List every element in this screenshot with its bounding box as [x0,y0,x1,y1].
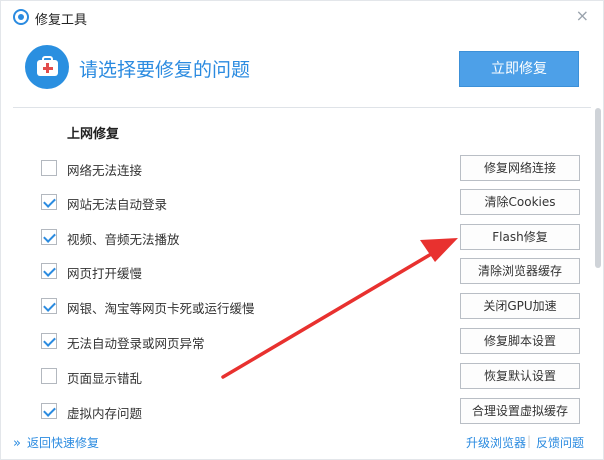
virtual-cache-button[interactable]: 合理设置虚拟缓存 [460,398,580,424]
disable-gpu-button[interactable]: 关闭GPU加速 [460,293,580,319]
footer-separator: | [527,434,532,448]
list-item: 网络无法连接 修复网络连接 [1,152,591,186]
item-checkbox[interactable] [41,333,57,349]
item-label: 网络无法连接 [67,163,143,178]
back-to-quick-repair-link[interactable]: » 返回快速修复 [13,434,99,451]
clear-cache-button[interactable]: 清除浏览器缓存 [460,258,580,284]
list-item: 页面显示错乱 恢复默认设置 [1,360,591,394]
item-checkbox[interactable] [41,403,57,419]
double-chevron-icon: » [13,436,21,451]
feedback-link[interactable]: 反馈问题 [536,434,584,451]
scrollbar-thumb[interactable] [595,108,601,268]
header: 请选择要修复的问题 立即修复 [1,33,603,105]
upgrade-browser-link[interactable]: 升级浏览器 [466,434,526,451]
restore-default-button[interactable]: 恢复默认设置 [460,363,580,389]
list-item: 视频、音频无法播放 Flash修复 [1,221,591,255]
browser-logo-icon [13,9,29,25]
item-label: 网页打开缓慢 [67,266,143,281]
window-title: 修复工具 [35,13,88,28]
list-item: 网站无法自动登录 清除Cookies [1,186,591,220]
item-checkbox[interactable] [41,298,57,314]
repair-network-button[interactable]: 修复网络连接 [460,155,580,181]
list-item: 虚拟内存问题 合理设置虚拟缓存 [1,395,591,426]
footer: » 返回快速修复 升级浏览器 | 反馈问题 [1,426,603,459]
first-aid-kit-icon [25,45,69,89]
item-label: 无法自动登录或网页异常 [67,336,205,351]
flash-repair-button[interactable]: Flash修复 [460,224,580,250]
repair-script-button[interactable]: 修复脚本设置 [460,328,580,354]
repair-list: 上网修复 网络无法连接 修复网络连接 网站无法自动登录 清除Cookies 视频… [1,108,603,426]
close-icon[interactable]: × [576,7,589,25]
item-checkbox[interactable] [41,368,57,384]
scrollbar[interactable] [591,108,603,426]
item-label: 网站无法自动登录 [67,197,168,212]
item-label: 页面显示错乱 [67,371,143,386]
clear-cookies-button[interactable]: 清除Cookies [460,189,580,215]
repair-now-button[interactable]: 立即修复 [459,51,579,87]
item-checkbox[interactable] [41,229,57,245]
list-item: 无法自动登录或网页异常 修复脚本设置 [1,325,591,359]
title-bar: 修复工具 × [1,1,603,33]
back-link-label: 返回快速修复 [26,436,99,450]
page-title: 请选择要修复的问题 [79,59,251,81]
item-label: 网银、淘宝等网页卡死或运行缓慢 [67,301,255,316]
item-checkbox[interactable] [41,194,57,210]
list-item: 网页打开缓慢 清除浏览器缓存 [1,255,591,289]
item-checkbox[interactable] [41,263,57,279]
repair-tool-window: 修复工具 × 请选择要修复的问题 立即修复 上网修复 网络无法连接 修复网络连接… [0,0,604,460]
item-label: 视频、音频无法播放 [67,232,180,247]
item-checkbox[interactable] [41,160,57,176]
list-item: 网银、淘宝等网页卡死或运行缓慢 关闭GPU加速 [1,290,591,324]
item-label: 虚拟内存问题 [67,406,143,421]
section-title: 上网修复 [67,127,120,142]
